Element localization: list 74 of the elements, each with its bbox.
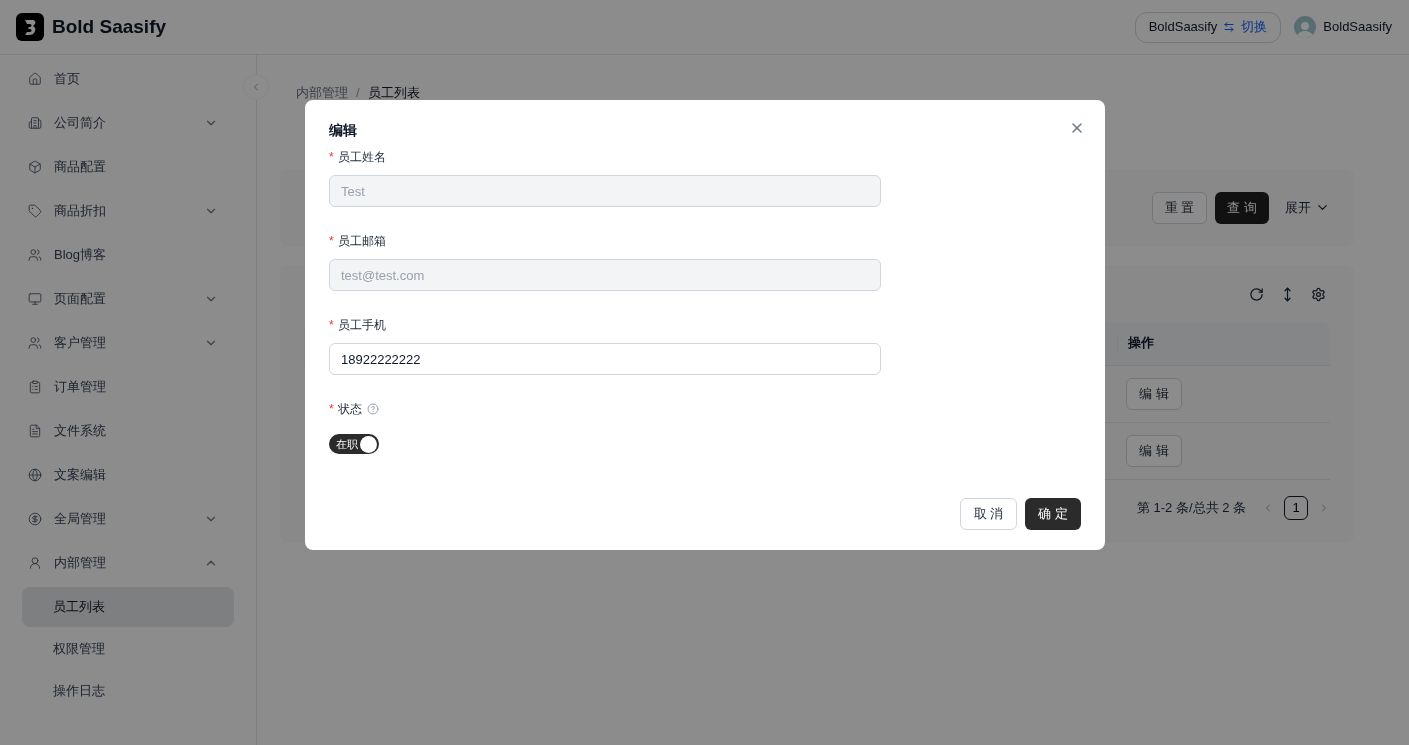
sidebar-item[interactable]: 全局管理 — [22, 497, 234, 541]
column-header: 操作 — [1128, 334, 1154, 353]
sidebar-subitem[interactable]: 权限管理 — [22, 629, 234, 669]
document-icon — [28, 424, 42, 438]
field-label: 员工姓名 — [337, 149, 386, 166]
swap-icon — [1223, 21, 1236, 33]
sidebar-label: 内部管理 — [54, 554, 107, 573]
cancel-button[interactable]: 取 消 — [959, 498, 1018, 530]
query-button[interactable]: 查 询 — [1215, 191, 1269, 224]
coin-icon — [28, 512, 42, 526]
brand-name: Bold Saasify — [52, 14, 167, 39]
tenant-button[interactable]: BoldSaasify 切换 — [1134, 11, 1282, 43]
building-icon — [28, 116, 42, 130]
sidebar-item[interactable]: 商品折扣 — [22, 189, 234, 233]
sidebar-item[interactable]: 内部管理 — [22, 541, 234, 585]
breadcrumb-separator: / — [356, 84, 360, 102]
clipboard-icon — [28, 380, 42, 394]
required-mark: * — [329, 233, 334, 250]
sidebar-label: 商品配置 — [54, 158, 107, 177]
sidebar-label: 公司简介 — [54, 114, 107, 133]
user-icon — [28, 556, 42, 570]
reset-button[interactable]: 重 置 — [1151, 191, 1208, 224]
people-icon — [28, 248, 42, 262]
sidebar-label: 页面配置 — [54, 290, 107, 309]
sidebar-label: Blog博客 — [54, 246, 108, 265]
logo-icon — [16, 13, 44, 41]
user-name: BoldSaasify — [1323, 18, 1392, 37]
page-number[interactable]: 1 — [1284, 495, 1308, 520]
box-icon — [28, 160, 42, 174]
switch-knob — [360, 435, 377, 453]
field-label: 状态 — [337, 401, 362, 418]
avatar[interactable] — [1294, 16, 1317, 38]
edit-button[interactable]: 编 辑 — [1126, 377, 1182, 410]
sidebar-label: 文案编辑 — [54, 466, 107, 485]
sidebar-item[interactable]: 公司简介 — [22, 101, 234, 145]
sidebar-label: 首页 — [54, 70, 81, 89]
sidebar-label: 订单管理 — [54, 378, 107, 397]
sidebar-item[interactable]: 客户管理 — [22, 321, 234, 365]
home-icon — [28, 72, 42, 86]
sidebar-label: 文件系统 — [54, 422, 107, 441]
refresh-icon[interactable] — [1249, 286, 1264, 302]
sidebar-item[interactable]: Blog博客 — [22, 233, 234, 277]
collapse-button[interactable] — [243, 74, 269, 100]
sidebar-item[interactable]: 文件系统 — [22, 409, 234, 453]
globe-icon — [28, 468, 42, 482]
breadcrumb-link[interactable]: 内部管理 — [296, 83, 348, 103]
pagination-summary: 第 1-2 条/总共 2 条 — [1136, 498, 1246, 517]
required-mark: * — [329, 317, 334, 334]
confirm-button[interactable]: 确 定 — [1025, 498, 1081, 530]
monitor-icon — [28, 292, 42, 306]
field-label: 员工邮箱 — [337, 233, 386, 250]
sidebar-item[interactable]: 首页 — [22, 57, 234, 101]
sidebar-label: 全局管理 — [54, 510, 107, 529]
dialog-title: 编辑 — [329, 121, 357, 140]
sidebar-item[interactable]: 订单管理 — [22, 365, 234, 409]
edit-button[interactable]: 编 辑 — [1126, 434, 1182, 467]
sidebar-item[interactable]: 页面配置 — [22, 277, 234, 321]
sidebar-subitem[interactable]: 操作日志 — [22, 671, 234, 711]
sidebar-label: 客户管理 — [54, 334, 107, 353]
people-icon — [28, 336, 42, 350]
sidebar-item[interactable]: 文案编辑 — [22, 453, 234, 497]
expand-toggle[interactable]: 展开 — [1285, 197, 1330, 218]
sidebar-label: 商品折扣 — [54, 202, 107, 221]
text-field[interactable]: 18922222222 — [329, 343, 881, 375]
help-icon[interactable] — [366, 403, 379, 415]
settings-icon[interactable] — [1311, 286, 1326, 302]
status-switch[interactable]: 在职 — [329, 434, 379, 454]
tag-icon — [28, 204, 42, 218]
field-label: 员工手机 — [337, 317, 386, 334]
breadcrumb-current: 员工列表 — [367, 84, 420, 102]
required-mark: * — [329, 401, 334, 418]
required-mark: * — [329, 149, 334, 166]
sidebar-subitem[interactable]: 员工列表 — [22, 587, 234, 627]
sidebar-item[interactable]: 商品配置 — [22, 145, 234, 189]
